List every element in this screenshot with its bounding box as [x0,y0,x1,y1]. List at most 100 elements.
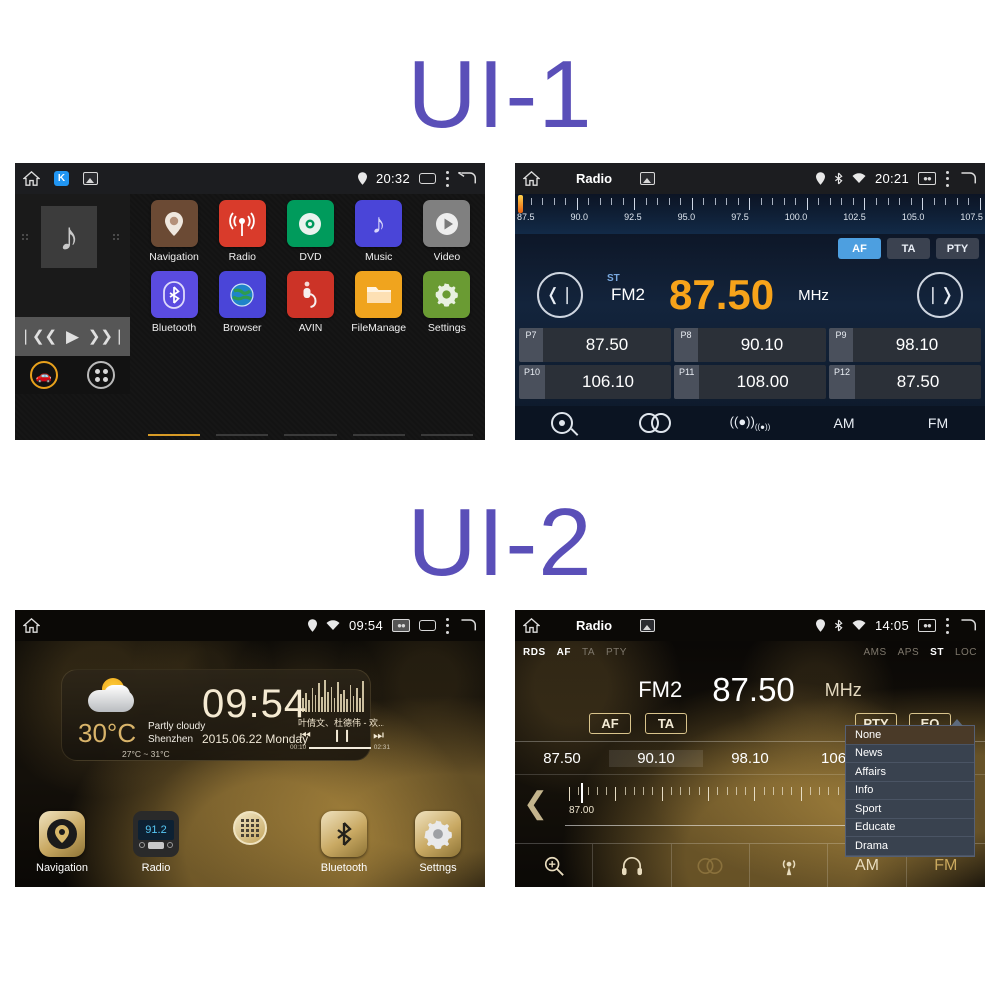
location-pin-icon[interactable] [150,200,198,247]
pty-menu-item[interactable]: None [846,726,974,745]
stereo-button[interactable] [609,413,703,433]
ta-indicator[interactable]: TA [582,647,595,658]
preset-button[interactable]: P9 98.10 [829,328,981,362]
pty-menu-item[interactable]: Sport [846,800,974,819]
back-icon[interactable] [958,171,977,186]
app-settings[interactable]: Settings [413,271,481,334]
apps-grid-icon[interactable] [233,811,267,845]
pty-menu-item[interactable]: News [846,745,974,763]
home-icon[interactable] [23,171,40,186]
loc-indicator[interactable]: LOC [955,647,977,658]
frequency-scale[interactable]: 87.5 90.0 92.5 95.0 97.5 100.0 102.5 105… [515,194,985,234]
location-pin-icon[interactable] [39,811,85,857]
app-browser[interactable]: Browser [208,271,276,334]
preset-button[interactable]: P12 87.50 [829,365,981,399]
gear-icon[interactable] [415,811,461,857]
picture-icon[interactable] [640,172,656,185]
app-navigation[interactable]: Navigation [140,200,208,263]
pty-menu-item[interactable]: Educate [846,819,974,837]
preset-button[interactable]: P11 108.00 [674,365,826,399]
avin-plug-icon[interactable] [286,271,334,318]
app-video[interactable]: Video [413,200,481,263]
camera-icon[interactable]: ●● [918,619,936,632]
bluetooth-icon[interactable] [321,811,367,857]
picture-icon[interactable] [640,619,656,632]
preset-button[interactable]: P10 106.10 [519,365,671,399]
pty-menu-item[interactable]: Affairs [846,763,974,782]
globe-icon[interactable] [218,271,266,318]
rds-indicator[interactable]: RDS [523,647,546,658]
skip-previous-icon[interactable]: ❬❘ [537,272,583,318]
car-icon[interactable]: 🚗 [29,361,58,389]
preset-button[interactable]: P7 87.50 [519,328,671,362]
local-distance-button[interactable]: ((●))((●)) [703,414,797,432]
headphones-button[interactable] [593,844,672,887]
overflow-menu-icon[interactable] [945,170,949,187]
pty-dropdown-menu[interactable]: None News Affairs Info Sport Educate Dra… [845,725,975,857]
back-icon[interactable] [458,618,477,633]
info-widget-card[interactable]: 30°C Partly cloudy Shenzhen 27°C ~ 31°C … [61,669,390,761]
bluetooth-icon[interactable] [150,271,198,318]
camera-icon[interactable]: ●● [918,172,936,185]
transport-controls[interactable]: ❘❮❮ ▶ ❯❯❘ [15,317,130,356]
overflow-menu-icon[interactable] [445,170,449,187]
pty-button[interactable]: PTY [936,238,979,259]
preset-button[interactable]: P8 90.10 [674,328,826,362]
pty-menu-item[interactable]: Info [846,782,974,800]
home-icon[interactable] [23,618,40,633]
dock-item-navigation[interactable]: Navigation [15,811,109,874]
skip-previous-icon[interactable]: ❘❮❮ [19,329,57,344]
overflow-menu-icon[interactable] [445,617,449,634]
preset-button[interactable]: 90.10 [609,749,703,767]
home-icon[interactable] [523,171,540,186]
play-icon[interactable]: ▶ [66,328,79,345]
page-dot[interactable] [352,434,405,436]
music-note-icon[interactable]: ♪ [355,200,403,247]
gear-icon[interactable] [423,271,471,318]
preset-button[interactable]: 98.10 [703,750,797,767]
skip-next-icon[interactable]: ❯❯❘ [88,329,126,344]
app-avin[interactable]: AVIN [276,271,344,334]
radio-tower-icon[interactable] [218,200,266,247]
st-indicator[interactable]: ST [930,647,944,658]
ams-indicator[interactable]: AMS [863,647,886,658]
frequency-cursor[interactable] [518,195,523,213]
am-band-button[interactable]: AM [797,415,891,431]
play-circle-icon[interactable] [423,200,471,247]
pty-menu-item[interactable]: Drama [846,837,974,856]
af-button[interactable]: AF [838,238,881,259]
skip-next-icon[interactable]: ❘❭ [917,272,963,318]
disc-icon[interactable] [286,200,334,247]
chevron-left-icon[interactable]: ❮ [523,789,548,819]
app-dvd[interactable]: DVD [276,200,344,263]
page-dot[interactable] [216,434,269,436]
page-dot[interactable] [420,434,473,436]
aps-indicator[interactable]: APS [898,647,920,658]
af-button[interactable]: AF [589,713,631,734]
mini-transport-controls[interactable]: ⏮ ❙❙ ⏭ [300,728,384,743]
progress-bar[interactable] [309,746,371,749]
skip-next-icon[interactable]: ⏭ [373,728,384,743]
progress-row[interactable]: 00:10 02:31 [290,744,390,751]
page-dot[interactable] [148,434,201,436]
camera-icon[interactable]: ●● [392,619,410,632]
picture-icon[interactable] [83,172,98,185]
dock-item-radio[interactable]: 91.2 Radio [109,811,203,874]
af-indicator[interactable]: AF [557,647,571,658]
folder-icon[interactable] [355,271,403,318]
overflow-menu-icon[interactable] [945,617,949,634]
app-filemanager[interactable]: FileManage [345,271,413,334]
music-player-widget[interactable]: ♪ ❘❮❮ ▶ ❯❯❘ 🚗 [15,194,130,394]
radio-icon[interactable]: 91.2 [133,811,179,857]
preset-button[interactable]: 87.50 [515,750,609,767]
search-scan-button[interactable] [515,412,609,434]
antenna-button[interactable] [750,844,829,887]
dock-item-bluetooth[interactable]: Bluetooth [297,811,391,874]
tune-strip-cursor[interactable] [581,783,583,803]
dock-item-apps[interactable] [203,811,297,850]
app-music[interactable]: ♪ Music [345,200,413,263]
back-icon[interactable] [458,171,477,186]
search-scan-button[interactable] [515,844,594,887]
page-indicator[interactable] [140,434,481,436]
apps-icon[interactable] [87,361,116,389]
